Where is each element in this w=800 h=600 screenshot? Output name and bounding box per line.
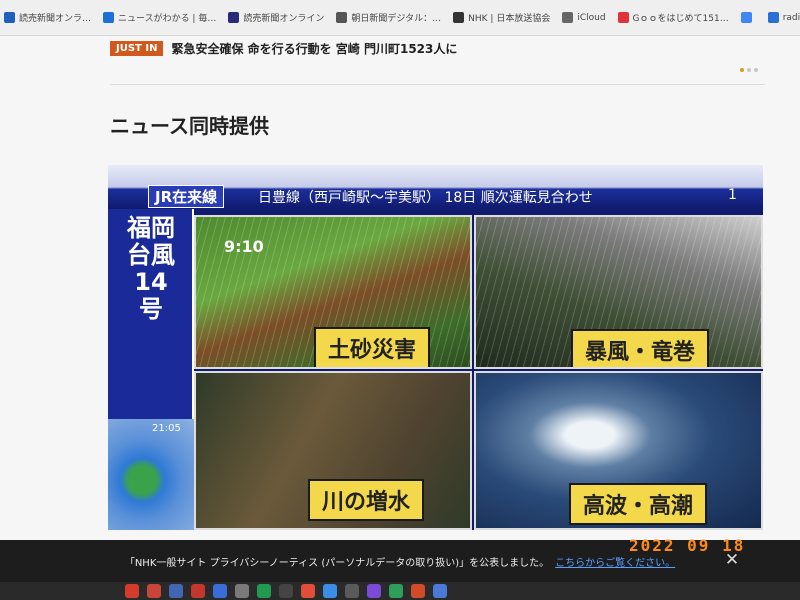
carousel-dots[interactable] [740,68,758,72]
bookmark-item[interactable] [740,12,756,23]
bookmark-label: ニュースがわかる | 毎… [118,14,217,24]
bookmark-item[interactable]: 読売新聞オンラ… [4,11,91,24]
taskbar-app-icon[interactable] [345,584,359,598]
taskbar-app-icon[interactable] [235,584,249,598]
bookmark-label: radiko.jp [782,12,800,23]
favicon-icon [103,12,115,23]
bookmark-label: 読売新聞オンラ… [19,14,92,24]
taskbar [0,582,800,600]
panel-label: 川の増水 [308,479,425,521]
taskbar-app-icon[interactable] [257,584,271,598]
bookmark-label: 読売新聞オンライン [243,14,325,24]
taskbar-app-icon[interactable] [389,584,403,598]
panel-storm-tornado: 暴風・竜巻 [474,215,763,369]
panel-landslide: 9:10 土砂災害 [194,215,472,369]
divider [110,84,765,85]
taskbar-app-icon[interactable] [169,584,183,598]
panel-label: 高波・高潮 [569,483,708,525]
taskbar-app-icon[interactable] [301,584,315,598]
carousel-dot[interactable] [754,68,758,72]
bookmark-label: 朝日新聞デジタル：… [351,14,442,24]
panel-river-flood: 川の増水 [194,371,472,530]
ticker-text: 日豊線（西戸崎駅〜宇美駅） 18日 順次運転見合わせ [258,190,593,206]
bookmark-item[interactable]: iCloud [562,12,606,23]
taskbar-app-icon[interactable] [367,584,381,598]
broadcast-image[interactable]: JR在来線 日豊線（西戸崎駅〜宇美駅） 18日 順次運転見合わせ 1 福岡 台風… [108,165,763,530]
taskbar-app-icon[interactable] [125,584,139,598]
section-title: ニュース同時提供 [110,114,269,138]
region-sidebar: 福岡 台風14号 [108,209,194,419]
bookmark-item[interactable]: radiko.jp [767,12,800,23]
ticker-bar: JR在来線 日豊線（西戸崎駅〜宇美駅） 18日 順次運転見合わせ 1 [108,165,763,209]
notice-text: 「NHK一般サイト プライバシーノーティス (パーソナルデータの取り扱い)」を公… [124,557,550,569]
just-in-badge: JUST IN [110,41,164,56]
ticker-label: JR在来線 [148,185,225,208]
bookmark-item[interactable]: NHK | 日本放送協会 [453,11,550,24]
panel-high-waves: 高波・高潮 [474,371,763,530]
bookmark-label: NHK | 日本放送協会 [468,14,551,24]
panel-label: 暴風・竜巻 [571,329,710,367]
notice-link[interactable]: こちらからご覧ください。 [555,554,675,569]
broadcast-clock: 9:10 [224,237,264,256]
taskbar-app-icon[interactable] [411,584,425,598]
region-typhoon-label: 福岡 台風14号 [127,214,175,323]
bookmarks-bar: 読売新聞オンラ… ニュースがわかる | 毎… 読売新聞オンライン 朝日新聞デジタル：…… [0,0,800,36]
bookmark-item[interactable]: 朝日新聞デジタル：… [336,11,441,24]
taskbar-app-icon[interactable] [213,584,227,598]
taskbar-app-icon[interactable] [147,584,161,598]
favicon-icon [4,12,15,23]
camera-date-stamp: 2022 09 18 [629,536,746,555]
bookmark-label: iCloud [577,12,606,23]
favicon-icon [767,12,779,23]
taskbar-app-icon[interactable] [323,584,337,598]
favicon-icon [228,12,240,23]
radar-map: 21:05 [108,419,194,530]
bookmark-item[interactable]: Gｏｏをはじめて151… [617,11,729,24]
favicon-icon [740,12,752,23]
just-in-banner[interactable]: JUST IN 緊急安全確保 命を行る行動を 宮崎 門川町1523人に [110,40,457,57]
bookmark-item[interactable]: ニュースがわかる | 毎… [103,11,216,24]
bookmark-item[interactable]: 読売新聞オンライン [228,11,324,24]
taskbar-app-icon[interactable] [191,584,205,598]
favicon-icon [336,12,348,23]
taskbar-app-icon[interactable] [433,584,447,598]
taskbar-app-icon[interactable] [279,584,293,598]
favicon-icon [562,12,574,23]
bookmark-label: Gｏｏをはじめて151… [632,14,729,24]
favicon-icon [453,12,465,23]
panel-label: 土砂災害 [314,327,431,367]
ticker-number: 1 [728,187,737,203]
carousel-dot[interactable] [747,68,751,72]
just-in-headline[interactable]: 緊急安全確保 命を行る行動を 宮崎 門川町1523人に [171,40,457,57]
carousel-dot-active[interactable] [740,68,744,72]
favicon-icon [617,12,629,23]
radar-time: 21:05 [152,423,181,434]
